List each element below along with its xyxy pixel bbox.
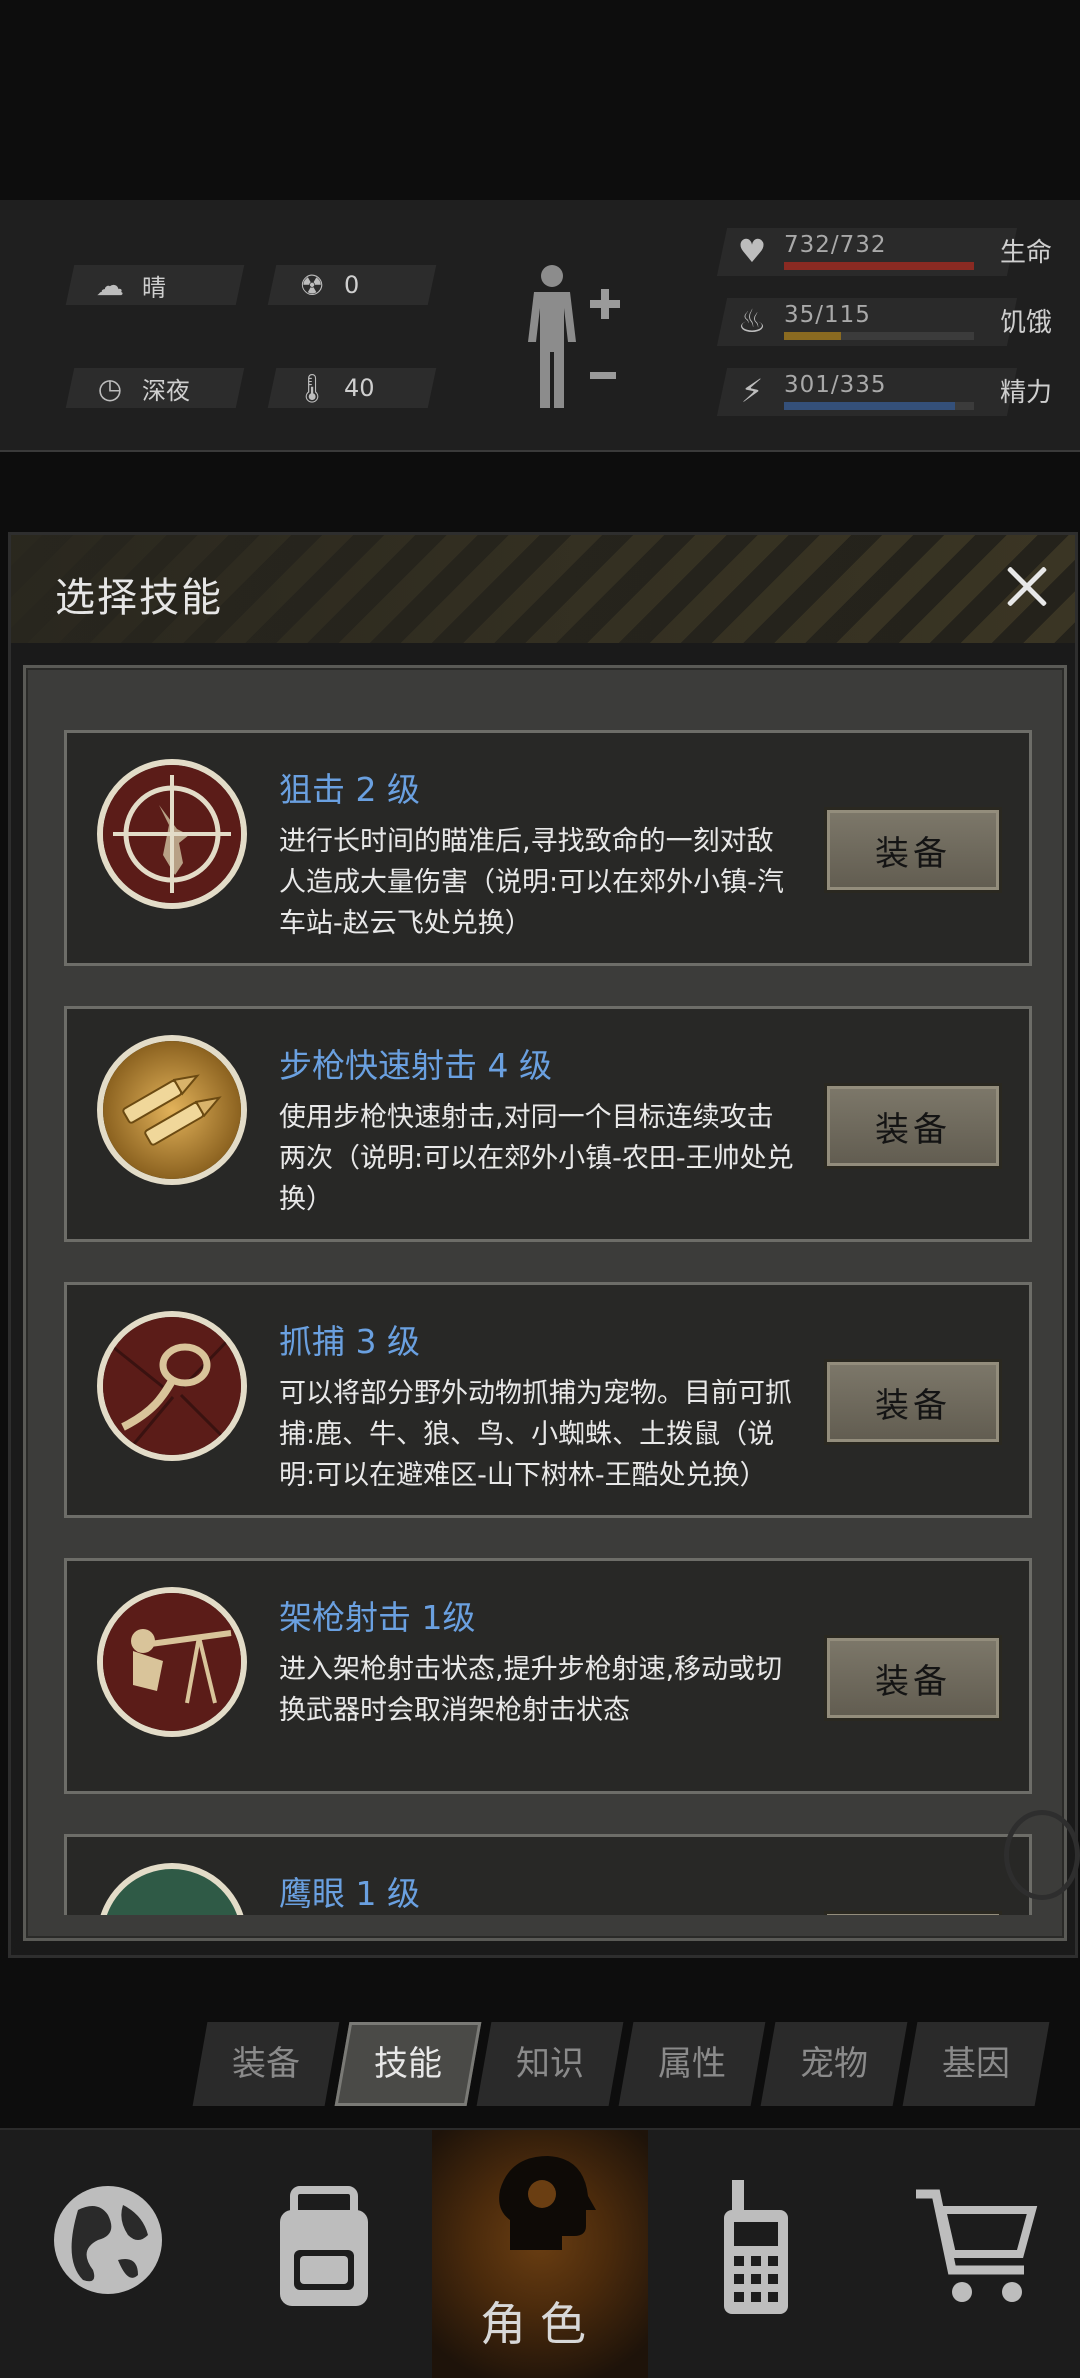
equip-button[interactable]: 装备 bbox=[824, 1083, 1002, 1169]
cart-icon bbox=[916, 2189, 1038, 2302]
head-gear-icon bbox=[499, 2156, 596, 2250]
health-stat: ♥ 732/732 生命 bbox=[716, 228, 1052, 276]
modal-header: 选择技能 bbox=[11, 535, 1075, 643]
skill-name: 狙击 2 级 bbox=[279, 770, 420, 809]
temperature-chip: 🌡 40 bbox=[267, 368, 437, 408]
energy-value: 301/335 bbox=[784, 372, 887, 398]
walkie-talkie-icon bbox=[724, 2180, 788, 2314]
tab-label: 属性 bbox=[658, 2044, 726, 2084]
nav-world[interactable] bbox=[0, 2130, 216, 2378]
time-chip: ◷ 深夜 bbox=[65, 368, 245, 408]
skill-description: 可以将部分野外动物抓捕为宠物。目前可抓捕:鹿、牛、狼、鸟、小蜘蛛、土拨鼠（说明:… bbox=[279, 1378, 792, 1491]
nav-character[interactable]: 角色 bbox=[432, 2130, 648, 2378]
skill-card: 鹰眼 1 级 装备 bbox=[64, 1834, 1032, 1915]
bullets-icon bbox=[97, 1035, 247, 1185]
stomach-icon: ♨ bbox=[737, 302, 767, 340]
tab-label: 技能 bbox=[374, 2044, 442, 2084]
tab-skills[interactable]: 技能 bbox=[334, 2022, 482, 2106]
skill-name: 抓捕 3 级 bbox=[279, 1322, 420, 1361]
energy-bar bbox=[784, 402, 974, 410]
globe-icon bbox=[54, 2186, 162, 2294]
tab-genes[interactable]: 基因 bbox=[902, 2022, 1050, 2106]
side-round-button[interactable] bbox=[1004, 1810, 1080, 1900]
tab-knowledge[interactable]: 知识 bbox=[476, 2022, 624, 2106]
hunger-value: 35/115 bbox=[784, 302, 871, 328]
bottom-navigation: 角色 bbox=[0, 2128, 1080, 2378]
skill-description: 进入架枪射击状态,提升步枪射速,移动或切换武器时会取消架枪射击状态 bbox=[279, 1654, 783, 1726]
tab-label: 知识 bbox=[516, 2044, 584, 2084]
modal-title: 选择技能 bbox=[55, 575, 223, 621]
prone-sniper-icon bbox=[97, 1587, 247, 1737]
tab-attributes[interactable]: 属性 bbox=[618, 2022, 766, 2106]
status-bar: ☁ 晴 ☢ 0 ◷ 深夜 🌡 40 ♥ 732/732 生命 ♨ 35/115 … bbox=[0, 200, 1080, 452]
health-value: 732/732 bbox=[784, 232, 887, 258]
equip-button[interactable]: 装备 bbox=[824, 807, 1002, 893]
nav-backpack[interactable] bbox=[216, 2130, 432, 2378]
energy-stat: ⚡ 301/335 精力 bbox=[716, 368, 1052, 416]
tab-label: 装备 bbox=[232, 2044, 300, 2084]
temperature-value: 40 bbox=[344, 374, 375, 402]
equip-button[interactable]: 装备 bbox=[824, 1911, 1002, 1915]
skill-card: 架枪射击 1级 进入架枪射击状态,提升步枪射速,移动或切换武器时会取消架枪射击状… bbox=[64, 1558, 1032, 1794]
eagle-eye-icon bbox=[97, 1863, 247, 1915]
skill-description: 进行长时间的瞄准后,寻找致命的一刻对敌人造成大量伤害（说明:可以在郊外小镇-汽车… bbox=[279, 826, 784, 939]
body-status-button[interactable] bbox=[520, 262, 630, 412]
tab-label: 宠物 bbox=[800, 2044, 868, 2084]
skill-name: 步枪快速射击 4 级 bbox=[279, 1046, 552, 1085]
tab-label: 基因 bbox=[942, 2044, 1010, 2084]
skill-name: 架枪射击 1级 bbox=[279, 1598, 476, 1637]
equip-button[interactable]: 装备 bbox=[824, 1635, 1002, 1721]
health-bar bbox=[784, 262, 974, 270]
hunger-stat: ♨ 35/115 饥饿 bbox=[716, 298, 1052, 346]
tab-pets[interactable]: 宠物 bbox=[760, 2022, 908, 2106]
weather-chip: ☁ 晴 bbox=[65, 265, 245, 305]
backpack-icon bbox=[280, 2186, 368, 2306]
sniper-scope-icon bbox=[97, 759, 247, 909]
radiation-chip: ☢ 0 bbox=[267, 265, 437, 305]
weather-label: 晴 bbox=[142, 273, 166, 302]
energy-icon: ⚡ bbox=[740, 372, 764, 410]
radiation-value: 0 bbox=[344, 271, 360, 299]
skill-name: 鹰眼 1 级 bbox=[279, 1874, 420, 1913]
skill-select-modal: 选择技能 狙击 2 级 进行长时间的瞄准后,寻找致命的一刻对敌人造成大量伤害（说… bbox=[8, 532, 1078, 1958]
thermometer-icon: 🌡 bbox=[294, 371, 330, 405]
hunger-bar bbox=[784, 332, 974, 340]
skill-card: 狙击 2 级 进行长时间的瞄准后,寻找致命的一刻对敌人造成大量伤害（说明:可以在… bbox=[64, 730, 1032, 966]
health-label: 生命 bbox=[999, 238, 1052, 268]
clock-icon: ◷ bbox=[97, 371, 123, 405]
nav-shop[interactable] bbox=[864, 2130, 1080, 2378]
skill-card: 步枪快速射击 4 级 使用步枪快速射击,对同一个目标连续攻击两次（说明:可以在郊… bbox=[64, 1006, 1032, 1242]
close-button[interactable] bbox=[995, 555, 1059, 619]
radiation-icon: ☢ bbox=[299, 268, 325, 302]
nav-radio[interactable] bbox=[648, 2130, 864, 2378]
character-subtabs: 装备 技能 知识 属性 宠物 基因 bbox=[192, 2022, 1062, 2110]
hunger-label: 饥饿 bbox=[999, 308, 1052, 338]
skill-description: 使用步枪快速射击,对同一个目标连续攻击两次（说明:可以在郊外小镇-农田-王帅处兑… bbox=[279, 1102, 794, 1215]
skill-list[interactable]: 狙击 2 级 进行长时间的瞄准后,寻找致命的一刻对敌人造成大量伤害（说明:可以在… bbox=[23, 665, 1067, 1941]
cloud-sun-icon: ☁ bbox=[96, 268, 124, 302]
nav-character-label: 角色 bbox=[480, 2297, 600, 2351]
time-label: 深夜 bbox=[142, 376, 190, 405]
energy-label: 精力 bbox=[999, 378, 1052, 408]
equip-button[interactable]: 装备 bbox=[824, 1359, 1002, 1445]
tab-equipment[interactable]: 装备 bbox=[192, 2022, 340, 2106]
rope-lasso-icon bbox=[97, 1311, 247, 1461]
heart-icon: ♥ bbox=[737, 232, 767, 270]
skill-card: 抓捕 3 级 可以将部分野外动物抓捕为宠物。目前可抓捕:鹿、牛、狼、鸟、小蜘蛛、… bbox=[64, 1282, 1032, 1518]
